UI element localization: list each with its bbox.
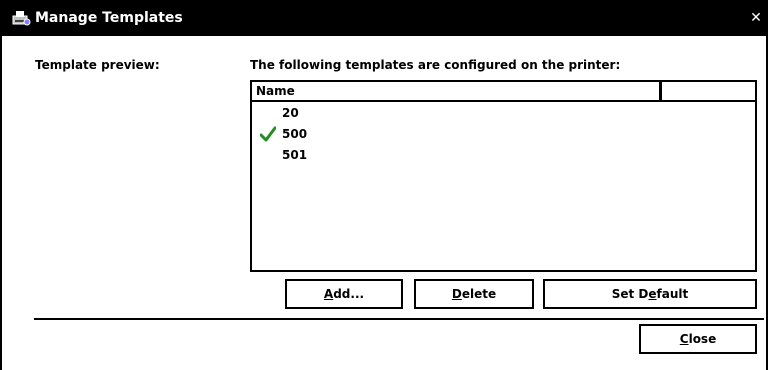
list-rows: 20 500 501 bbox=[252, 104, 752, 167]
close-button[interactable]: Close bbox=[639, 324, 757, 354]
template-preview-label: Template preview: bbox=[35, 58, 160, 72]
title-bar[interactable]: Manage Templates ✕ bbox=[2, 0, 766, 36]
manage-templates-dialog: Manage Templates ✕ Template preview: The… bbox=[0, 0, 768, 370]
delete-button[interactable]: Delete bbox=[414, 279, 534, 309]
list-item[interactable]: 500 bbox=[252, 125, 752, 146]
column-header-name[interactable]: Name bbox=[252, 82, 662, 100]
window-title: Manage Templates bbox=[35, 10, 183, 26]
printer-settings-icon bbox=[12, 11, 31, 26]
template-name: 20 bbox=[282, 106, 299, 120]
column-header-extra[interactable] bbox=[662, 82, 755, 100]
set-default-button[interactable]: Set Default bbox=[543, 279, 757, 309]
close-icon[interactable]: ✕ bbox=[748, 10, 764, 26]
template-name: 500 bbox=[282, 127, 308, 141]
list-header: Name bbox=[252, 82, 755, 102]
templates-list-label: The following templates are configured o… bbox=[250, 58, 621, 72]
list-item[interactable]: 501 bbox=[252, 146, 752, 167]
add-button[interactable]: Add... bbox=[285, 279, 403, 309]
list-item[interactable]: 20 bbox=[252, 104, 752, 125]
template-name: 501 bbox=[282, 148, 308, 162]
divider bbox=[34, 318, 764, 320]
templates-list[interactable]: Name 20 500 501 bbox=[250, 80, 757, 272]
default-check-icon bbox=[260, 126, 276, 142]
